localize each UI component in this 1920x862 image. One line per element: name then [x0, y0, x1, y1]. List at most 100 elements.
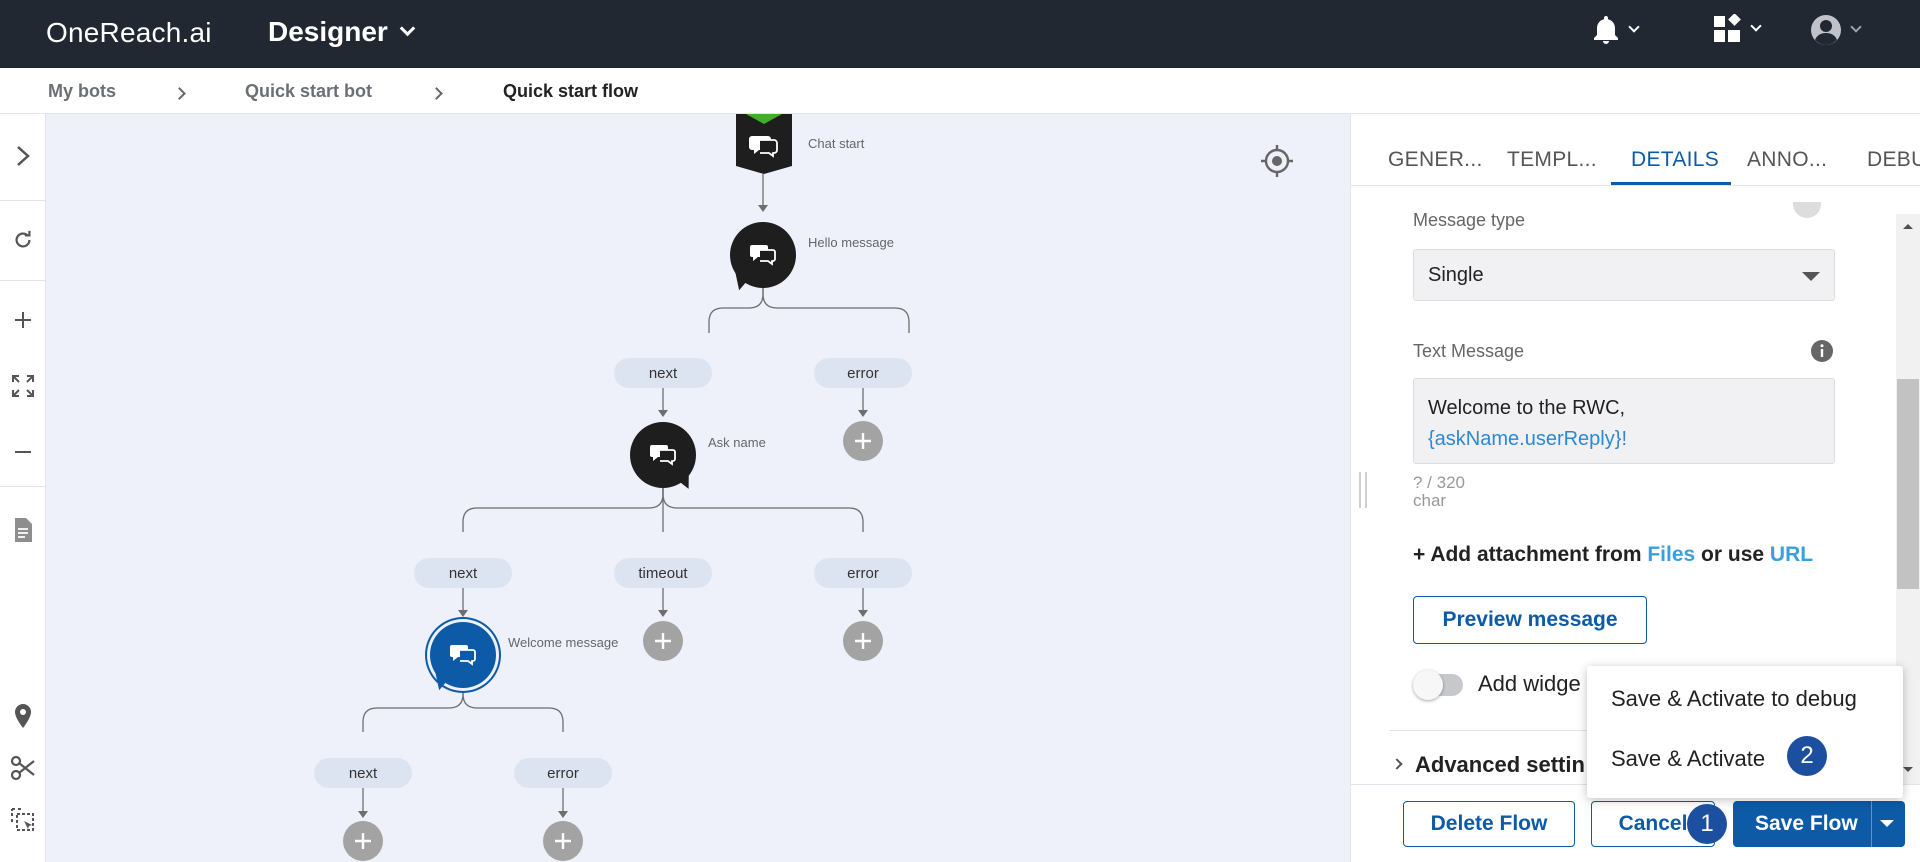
- char-counter: ? / 320 char: [1413, 474, 1465, 510]
- char-counter-value: ? / 320: [1413, 473, 1465, 492]
- user-icon: [1811, 15, 1841, 45]
- split-divider: [1871, 801, 1872, 847]
- info-icon[interactable]: [1793, 202, 1821, 218]
- chevron-right-icon[interactable]: [1391, 758, 1403, 770]
- canvas-toolbar: [0, 114, 46, 862]
- branch-timeout[interactable]: timeout: [614, 558, 712, 588]
- minus-icon: [15, 451, 31, 453]
- hello-message-node[interactable]: [729, 222, 796, 293]
- branch-error[interactable]: error: [814, 558, 912, 588]
- attach-url-link[interactable]: URL: [1770, 543, 1813, 566]
- plus-icon: [555, 833, 571, 849]
- chat-bubbles-icon: [450, 645, 476, 666]
- message-type-select[interactable]: Single: [1413, 249, 1835, 301]
- chevron-right-icon: [173, 87, 186, 100]
- bell-icon: [1594, 16, 1618, 44]
- text-message-label: Text Message: [1413, 341, 1525, 361]
- text-message-variable: {askName.userReply}: [1428, 428, 1622, 450]
- chat-bubbles-icon: [750, 245, 776, 266]
- step-badge-1: 1: [1687, 804, 1727, 844]
- cut-button[interactable]: [0, 748, 46, 788]
- plus-icon: [855, 433, 871, 449]
- refresh-button[interactable]: [0, 220, 46, 260]
- tab-debug[interactable]: DEBU: [1867, 148, 1920, 172]
- scrollbar-thumb[interactable]: [1897, 379, 1919, 589]
- app-title: Designer: [268, 16, 388, 47]
- document-button[interactable]: [0, 510, 46, 550]
- add-step-button[interactable]: [843, 421, 883, 461]
- preview-message-button[interactable]: Preview message: [1413, 596, 1647, 644]
- attach-files-link[interactable]: Files: [1647, 543, 1695, 566]
- step-settings-panel: GENER... TEMPL... DETAILS ANNO... DEBU M…: [1350, 114, 1920, 862]
- chat-start-node[interactable]: [734, 114, 794, 176]
- tab-template[interactable]: TEMPL...: [1507, 148, 1597, 172]
- apps-menu-button[interactable]: [1712, 14, 1762, 44]
- save-options-menu: Save & Activate to debug Save & Activate…: [1587, 666, 1903, 798]
- add-step-button[interactable]: [543, 821, 583, 861]
- save-flow-button[interactable]: Save Flow: [1733, 801, 1905, 847]
- text-message-input[interactable]: Welcome to the RWC, {askName.userReply}!: [1413, 378, 1835, 464]
- info-icon[interactable]: [1810, 339, 1834, 363]
- branch-next[interactable]: next: [414, 558, 512, 588]
- expand-panel-button[interactable]: [0, 136, 46, 176]
- scroll-down-icon[interactable]: [1902, 766, 1914, 774]
- tab-details[interactable]: DETAILS: [1631, 148, 1719, 172]
- plus-icon: [355, 833, 371, 849]
- chat-bubbles-icon: [650, 445, 676, 466]
- crosshair-icon: [1261, 145, 1293, 177]
- select-area-icon: [11, 808, 34, 831]
- branch-next[interactable]: next: [314, 758, 412, 788]
- text-message-end: !: [1621, 428, 1627, 450]
- breadcrumb-quick-start-bot[interactable]: Quick start bot: [245, 81, 372, 102]
- delete-flow-button[interactable]: Delete Flow: [1403, 801, 1575, 847]
- message-type-label: Message type: [1413, 210, 1526, 230]
- caret-down-icon[interactable]: [1880, 820, 1894, 827]
- tab-annotations[interactable]: ANNO...: [1747, 148, 1827, 172]
- chevron-right-icon: [17, 146, 30, 166]
- add-widget-toggle[interactable]: [1413, 670, 1463, 700]
- branch-error[interactable]: error: [814, 358, 912, 388]
- add-step-button[interactable]: [843, 621, 883, 661]
- panel-resize-handle[interactable]: [1359, 472, 1367, 508]
- save-flow-label: Save Flow: [1755, 812, 1858, 835]
- chevron-down-icon: [1750, 20, 1762, 32]
- breadcrumb: My bots Quick start bot Quick start flow: [0, 68, 1920, 114]
- zoom-out-button[interactable]: [0, 432, 46, 472]
- add-widget-label: Add widge: [1478, 671, 1581, 696]
- char-counter-unit: char: [1413, 491, 1447, 510]
- add-step-button[interactable]: [343, 821, 383, 861]
- breadcrumb-my-bots[interactable]: My bots: [48, 81, 116, 102]
- menu-item-save-activate-debug[interactable]: Save & Activate to debug: [1611, 686, 1857, 712]
- notifications-button[interactable]: [1592, 14, 1640, 46]
- location-button[interactable]: [0, 696, 46, 736]
- scroll-up-icon[interactable]: [1902, 222, 1914, 230]
- app-switcher[interactable]: Designer: [268, 16, 416, 48]
- user-menu-button[interactable]: [1810, 14, 1862, 46]
- select-area-button[interactable]: [0, 800, 46, 840]
- onereach-logo[interactable]: OneReach.ai: [46, 17, 212, 49]
- add-step-button[interactable]: [643, 621, 683, 661]
- recenter-button[interactable]: [1260, 144, 1294, 178]
- divider: [0, 486, 46, 487]
- chevron-down-icon: [399, 20, 416, 36]
- top-bar: OneReach.ai Designer: [0, 0, 1920, 68]
- add-attachment: + Add attachment from Files or use URL: [1413, 543, 1813, 567]
- advanced-settings-toggle[interactable]: Advanced settin: [1415, 752, 1585, 778]
- breadcrumb-quick-start-flow: Quick start flow: [503, 81, 639, 101]
- text-message-line1: Welcome to the RWC,: [1428, 397, 1626, 419]
- zoom-in-button[interactable]: [0, 300, 46, 340]
- flow-canvas[interactable]: Chat start Hello message next error Ask …: [46, 114, 1350, 862]
- fit-screen-button[interactable]: [0, 366, 46, 406]
- branch-next[interactable]: next: [614, 358, 712, 388]
- menu-item-save-activate[interactable]: Save & Activate: [1611, 746, 1765, 772]
- map-pin-icon: [15, 704, 31, 728]
- step-badge-2: 2: [1787, 736, 1827, 776]
- chat-start-shape: [736, 114, 792, 174]
- attach-middle: or use: [1695, 543, 1770, 566]
- branch-error[interactable]: error: [514, 758, 612, 788]
- welcome-message-node[interactable]: [429, 622, 496, 693]
- node-label-hello-message: Hello message: [808, 235, 894, 250]
- node-label-chat-start: Chat start: [808, 136, 865, 151]
- tab-general[interactable]: GENER...: [1388, 148, 1483, 172]
- ask-name-node[interactable]: [630, 422, 696, 493]
